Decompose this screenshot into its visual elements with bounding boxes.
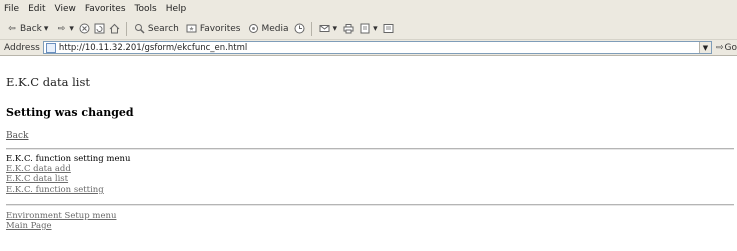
back-dropdown-icon[interactable]: ▾ — [44, 24, 49, 34]
search-button-label: Search — [147, 23, 179, 34]
refresh-icon[interactable] — [94, 23, 106, 35]
back-button-label: Back — [20, 23, 42, 34]
menu-view[interactable]: View — [55, 4, 76, 14]
discuss-icon-graphic — [383, 24, 394, 33]
history-icon[interactable] — [294, 23, 306, 35]
address-input[interactable]: http://10.11.32.201/gsform/ekcfunc_en.ht… — [42, 41, 712, 54]
edit-icon-graphic — [360, 23, 370, 34]
media-button[interactable]: Media — [246, 23, 291, 35]
edit-button[interactable]: ▾ — [357, 23, 380, 35]
go-button[interactable]: ⇨ Go — [716, 43, 737, 53]
menu-favorites[interactable]: Favorites — [85, 4, 126, 14]
menu-edit[interactable]: Edit — [28, 4, 45, 14]
address-url: http://10.11.32.201/gsform/ekcfunc_en.ht… — [58, 42, 248, 53]
favorites-icon — [186, 23, 198, 35]
menu-file[interactable]: File — [4, 4, 19, 14]
status-message: Setting was changed — [6, 106, 134, 119]
edit-icon — [359, 23, 371, 35]
toolbar-separator — [125, 21, 127, 36]
page-icon — [45, 42, 56, 53]
media-button-label: Media — [261, 23, 289, 34]
ekc-data-list-link[interactable]: E.K.C data list — [6, 174, 68, 184]
go-button-label: Go — [724, 42, 737, 53]
back-link[interactable]: Back — [6, 131, 28, 141]
search-icon-graphic — [135, 24, 145, 34]
mail-dropdown-icon[interactable]: ▾ — [333, 24, 338, 34]
page-title: E.K.C data list — [6, 75, 90, 89]
refresh-icon-graphic — [94, 23, 105, 34]
divider — [6, 204, 734, 206]
home-icon-graphic — [110, 23, 120, 34]
media-icon — [248, 23, 260, 35]
go-arrow-icon: ⇨ — [715, 42, 724, 53]
main-page-link[interactable]: Main Page — [6, 221, 52, 231]
edit-dropdown-icon[interactable]: ▾ — [373, 24, 378, 34]
mail-icon — [319, 23, 331, 35]
forward-dropdown-icon[interactable]: ▾ — [69, 24, 74, 34]
menu-bar: File Edit View Favorites Tools Help — [0, 0, 737, 18]
stop-icon-graphic — [79, 23, 90, 34]
stop-icon[interactable] — [79, 23, 91, 35]
ekc-data-add-link[interactable]: E.K.C data add — [6, 164, 71, 174]
history-icon-graphic — [294, 23, 305, 34]
environment-setup-menu-link[interactable]: Environment Setup menu — [6, 211, 116, 221]
ekc-function-setting-link[interactable]: E.K.C. function setting — [6, 185, 104, 195]
address-label: Address — [4, 42, 40, 53]
back-arrow-icon: ⇦ — [8, 23, 16, 34]
toolbar-separator — [310, 21, 312, 36]
menu-help[interactable]: Help — [166, 4, 187, 14]
home-icon[interactable] — [109, 23, 121, 35]
discuss-icon[interactable] — [383, 23, 395, 35]
favorites-button-label: Favorites — [199, 23, 241, 34]
section-heading: E.K.C. function setting menu — [6, 154, 131, 164]
back-button[interactable]: ⇦ Back ▾ — [4, 23, 50, 35]
mail-icon-graphic — [319, 25, 330, 32]
favorites-button[interactable]: Favorites — [184, 23, 243, 35]
address-dropdown-icon[interactable]: ▼ — [698, 42, 711, 53]
divider — [6, 148, 734, 150]
forward-button[interactable]: ⇨ ▾ — [53, 23, 76, 35]
address-bar: Address http://10.11.32.201/gsform/ekcfu… — [0, 39, 737, 56]
print-icon-graphic — [343, 24, 354, 34]
menu-tools[interactable]: Tools — [135, 4, 157, 14]
forward-arrow-icon: ⇨ — [57, 23, 66, 34]
search-icon — [134, 23, 146, 35]
favorites-icon-graphic — [186, 24, 197, 33]
toolbar: ⇦ Back ▾ ⇨ ▾ Search Favorites Media ▾ ▾ — [0, 18, 737, 39]
print-icon[interactable] — [342, 23, 354, 35]
browser-chrome: File Edit View Favorites Tools Help ⇦ Ba… — [0, 0, 737, 56]
search-button[interactable]: Search — [132, 23, 181, 35]
media-icon-graphic — [249, 24, 258, 33]
mail-button[interactable]: ▾ — [317, 23, 340, 35]
